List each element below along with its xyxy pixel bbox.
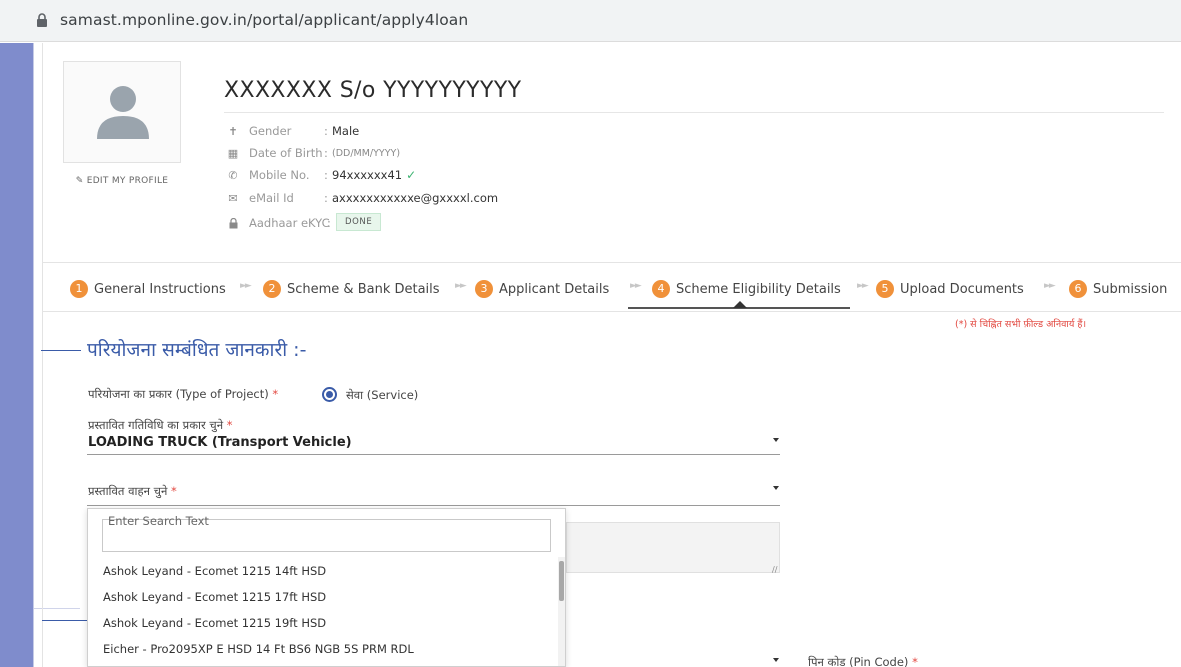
activity-select-underline xyxy=(87,454,780,455)
service-radio[interactable] xyxy=(322,387,337,402)
aadhaar-row: Aadhaar eKYC : DONE xyxy=(226,213,382,233)
avatar xyxy=(63,61,181,163)
chevron-right-icon: ►► xyxy=(857,281,869,291)
section-title: परियोजना सम्बंधित जानकारी :- xyxy=(87,339,307,361)
profile-name: XXXXXXX S/o YYYYYYYYYY xyxy=(224,78,522,103)
activity-label: प्रस्तावित गतिविधि का प्रकार चुने * xyxy=(88,418,233,432)
activity-select[interactable]: LOADING TRUCK (Transport Vehicle) xyxy=(88,435,352,450)
project-type-label: परियोजना का प्रकार (Type of Project) * xyxy=(88,387,279,401)
step-scheme-eligibility-details[interactable]: 4 Scheme Eligibility Details xyxy=(652,279,841,299)
edit-profile-link[interactable]: ✎ EDIT MY PROFILE xyxy=(63,176,181,191)
divider xyxy=(42,262,1181,263)
envelope-icon: ✉ xyxy=(228,191,238,205)
divider xyxy=(42,311,1181,312)
dropdown-scrollbar-thumb[interactable] xyxy=(559,561,564,601)
step-general-instructions[interactable]: 1 General Instructions xyxy=(70,279,226,299)
divider xyxy=(224,112,1164,113)
user-avatar-icon xyxy=(97,86,149,139)
url-text[interactable]: samast.mponline.gov.in/portal/applicant/… xyxy=(60,11,468,29)
gender-icon: ✝ xyxy=(228,124,238,138)
lock-icon xyxy=(226,216,240,230)
email-value: axxxxxxxxxxxe@gxxxxl.com xyxy=(332,191,499,205)
step-applicant-details[interactable]: 3 Applicant Details xyxy=(475,279,609,299)
vehicle-select-underline[interactable] xyxy=(87,505,780,506)
dropdown-caret-icon[interactable] xyxy=(773,486,779,490)
dropdown-caret-icon[interactable] xyxy=(773,438,779,442)
dropdown-option[interactable]: Ashok Leyand - Ecomet 1215 19ft HSD xyxy=(103,616,326,630)
chevron-right-icon: ►► xyxy=(240,281,252,291)
aadhaar-status-badge: DONE xyxy=(336,213,382,231)
step-scheme-bank-details[interactable]: 2 Scheme & Bank Details xyxy=(263,279,440,299)
dropdown-option[interactable]: Ashok Leyand - Ecomet 1215 14ft HSD xyxy=(103,564,326,578)
chevron-right-icon: ►► xyxy=(1044,281,1056,291)
vehicle-label: प्रस्तावित वाहन चुने * xyxy=(88,484,177,498)
dropdown-option[interactable]: Ashok Leyand - Ecomet 1215 17ft HSD xyxy=(103,590,326,604)
service-radio-label[interactable]: सेवा (Service) xyxy=(346,388,418,403)
caret-up-icon xyxy=(733,301,747,308)
dob-value: (DD/MM/YYYY) xyxy=(332,147,401,159)
dropdown-option[interactable]: Eicher - Pro2095XP E HSD 14 Ft BS6 NGB 5… xyxy=(103,642,414,656)
calendar-icon: ▦ xyxy=(227,146,239,160)
mobile-value: 94xxxxxx41 ✓ xyxy=(332,168,417,182)
left-sidebar-strip xyxy=(0,43,34,667)
chevron-right-icon: ►► xyxy=(630,281,642,291)
vehicle-dropdown-menu[interactable]: Enter Search Text Ashok Leyand - Ecomet … xyxy=(87,508,566,667)
browser-address-bar[interactable]: samast.mponline.gov.in/portal/applicant/… xyxy=(0,0,1181,42)
resize-grip-icon[interactable]: ∕∕ xyxy=(772,565,777,574)
gender-value: Male xyxy=(332,124,360,138)
lock-icon xyxy=(37,13,47,27)
verified-check-icon: ✓ xyxy=(406,168,417,182)
chevron-right-icon: ►► xyxy=(455,281,467,291)
pin-code-label: पिन कोड (Pin Code) * xyxy=(808,655,918,667)
mandatory-note: (*) से चिह्नित सभी फ़ील्ड अनिवार्य हैं। xyxy=(955,319,1087,330)
step-submission[interactable]: 6 Submission xyxy=(1069,279,1167,299)
phone-icon: ✆ xyxy=(228,168,238,182)
dropdown-caret-icon[interactable] xyxy=(773,658,779,662)
email-row: ✉ eMail Id : axxxxxxxxxxxe@gxxxxl.com xyxy=(226,188,498,208)
address-textarea[interactable] xyxy=(566,522,780,573)
section-rule xyxy=(41,350,81,351)
dropdown-search-placeholder: Enter Search Text xyxy=(108,514,209,528)
step-upload-documents[interactable]: 5 Upload Documents xyxy=(876,279,1024,299)
dob-row: ▦ Date of Birth : (DD/MM/YYYY) xyxy=(227,146,401,160)
edit-icon: ✎ xyxy=(75,176,87,186)
mobile-row: ✆ Mobile No. : 94xxxxxx41 ✓ xyxy=(226,165,416,185)
gender-row: ✝ Gender : Male xyxy=(226,121,359,141)
